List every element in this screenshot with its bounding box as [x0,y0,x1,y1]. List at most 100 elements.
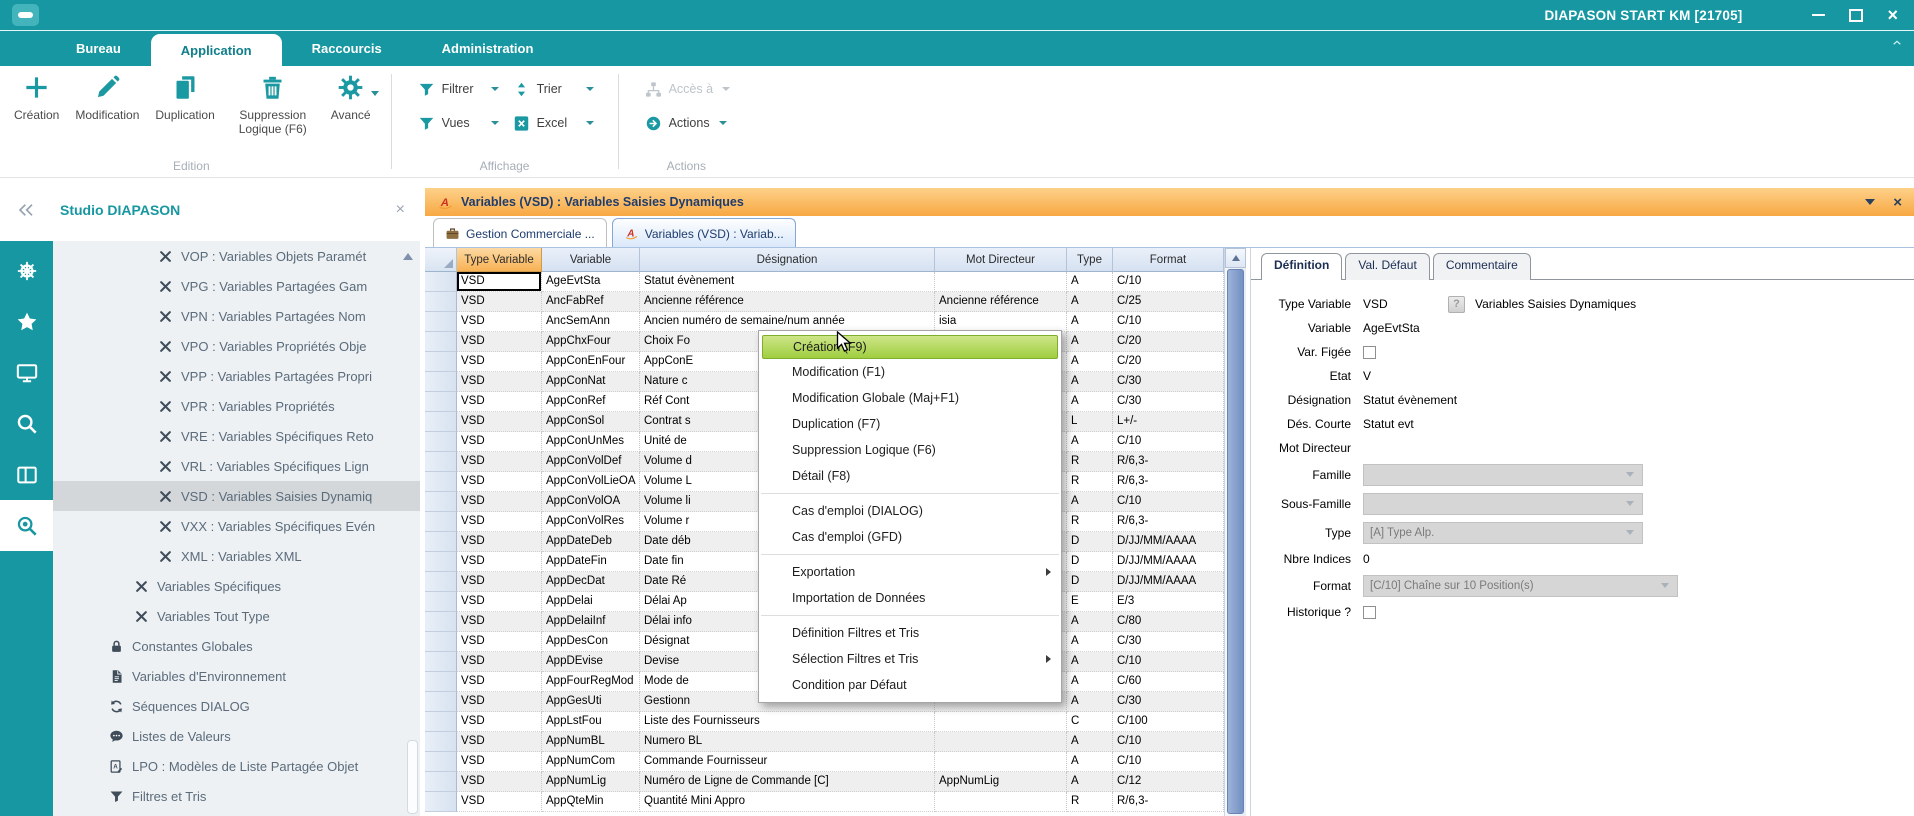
cell-type-variable[interactable]: VSD [457,492,542,512]
cell-type[interactable]: R [1067,452,1113,472]
tree-item[interactable]: VXX : Variables Spécifiques Evén [53,511,420,541]
cell-variable[interactable]: AppConVolLieOA [542,472,640,492]
cell-format[interactable]: C/10 [1113,272,1224,292]
detail-tab[interactable]: Commentaire [1433,253,1531,280]
cell-variable[interactable]: AppGesUti [542,692,640,712]
minimize-button[interactable] [1812,14,1825,16]
cell-format[interactable]: C/10 [1113,652,1224,672]
row-header-cell[interactable] [425,632,457,652]
cell-type-variable[interactable]: VSD [457,472,542,492]
dropdown-arrow-icon[interactable] [719,121,727,125]
column-header[interactable]: Mot Directeur [935,248,1067,272]
context-menu-item[interactable]: Duplication (F7) [759,411,1061,437]
cell-type[interactable]: A [1067,492,1113,512]
cell-type[interactable]: D [1067,572,1113,592]
row-header-cell[interactable] [425,672,457,692]
dropdown-arrow-icon[interactable] [371,91,379,96]
context-menu-item[interactable]: Cas d'emploi (DIALOG) [759,498,1061,524]
filtrer-button[interactable]: Filtrer [418,78,499,100]
cell-format[interactable]: C/30 [1113,372,1224,392]
sidebar-close-button[interactable]: × [396,202,405,218]
cell-format[interactable]: D/JJ/MM/AAAA [1113,532,1224,552]
column-header[interactable]: Désignation [640,248,935,272]
detail-tab[interactable]: Définition [1261,253,1342,280]
help-button[interactable]: ? [1448,296,1465,313]
cell-mot-directeur[interactable] [935,712,1067,732]
actions-button[interactable]: Actions [645,112,730,134]
cell-mot-directeur[interactable]: isia [935,312,1067,332]
maximize-button[interactable] [1849,9,1863,22]
star-rail-button[interactable] [0,296,53,347]
cell-variable[interactable]: AppConNat [542,372,640,392]
doc-tab-gestion-commerciale[interactable]: Gestion Commerciale ... [433,218,607,248]
cell-type[interactable]: R [1067,512,1113,532]
cell-type-variable[interactable]: VSD [457,392,542,412]
cell-type[interactable]: A [1067,692,1113,712]
cell-variable[interactable]: AppQteMin [542,792,640,812]
cell-designation[interactable]: Numero BL [640,732,935,752]
cell-type-variable[interactable]: VSD [457,732,542,752]
context-menu-item[interactable]: Création (F9) [762,335,1058,359]
excel-button[interactable]: Excel [513,112,594,134]
cell-variable[interactable]: AppDEvise [542,652,640,672]
context-menu-item[interactable]: Modification (F1) [759,359,1061,385]
cell-designation[interactable]: Quantité Mini Appro [640,792,935,812]
table-row[interactable]: VSD AncFabRef Ancienne référence Ancienn… [425,292,1224,312]
dropdown-arrow-icon[interactable] [491,87,499,91]
avance-button[interactable]: Avancé [331,74,371,122]
table-row[interactable]: VSD AppQteMin Quantité Mini Appro R R/6,… [425,792,1224,812]
context-menu-item[interactable]: Exportation [759,559,1061,585]
cell-type-variable[interactable]: VSD [457,452,542,472]
cell-format[interactable]: C/10 [1113,312,1224,332]
column-header[interactable]: Format [1113,248,1224,272]
modification-button[interactable]: Modification [75,74,139,122]
cell-format[interactable]: C/20 [1113,352,1224,372]
tab-raccourcis[interactable]: Raccourcis [282,31,412,66]
cell-type-variable[interactable]: VSD [457,792,542,812]
cell-designation[interactable]: Numéro de Ligne de Commande [C] [640,772,935,792]
cell-type-variable[interactable]: VSD [457,752,542,772]
row-header-cell[interactable] [425,772,457,792]
cell-mot-directeur[interactable] [935,272,1067,292]
cell-variable[interactable]: AppDateFin [542,552,640,572]
dropdown-arrow-icon[interactable] [586,121,594,125]
tree-item[interactable]: XML : Variables XML [53,541,420,571]
cell-type[interactable]: A [1067,772,1113,792]
cell-type[interactable]: A [1067,432,1113,452]
tree-item[interactable]: Filtres et Tris [53,781,420,811]
cell-format[interactable]: C/10 [1113,752,1224,772]
cell-type[interactable]: A [1067,632,1113,652]
cell-type-variable[interactable]: VSD [457,612,542,632]
tree-item[interactable]: Variables Spécifiques [53,571,420,601]
table-row[interactable]: VSD AppNumLig Numéro de Ligne de Command… [425,772,1224,792]
close-button[interactable]: × [1887,6,1898,24]
cell-type[interactable]: A [1067,752,1113,772]
cell-type[interactable]: A [1067,732,1113,752]
cell-variable[interactable]: AppConVolRes [542,512,640,532]
row-header-cell[interactable] [425,452,457,472]
row-header-cell[interactable] [425,292,457,312]
field-dropdown[interactable] [1363,493,1643,515]
wheel-rail-button[interactable] [0,245,53,296]
cell-type-variable[interactable]: VSD [457,632,542,652]
cell-format[interactable]: D/JJ/MM/AAAA [1113,552,1224,572]
cell-type[interactable]: D [1067,552,1113,572]
tree-scrollbar-thumb[interactable] [407,740,418,814]
cell-variable[interactable]: AppConVolOA [542,492,640,512]
cell-variable[interactable]: AppDesCon [542,632,640,652]
cell-type[interactable]: C [1067,712,1113,732]
row-header-cell[interactable] [425,312,457,332]
cell-variable[interactable]: AppDateDeb [542,532,640,552]
row-header-cell[interactable] [425,732,457,752]
cell-type-variable[interactable]: VSD [457,672,542,692]
cell-format[interactable]: C/100 [1113,712,1224,732]
context-menu-item[interactable]: Sélection Filtres et Tris [759,646,1061,672]
cell-format[interactable]: C/30 [1113,632,1224,652]
row-header-cell[interactable] [425,712,457,732]
row-header-cell[interactable] [425,372,457,392]
cell-format[interactable]: D/JJ/MM/AAAA [1113,572,1224,592]
row-header-cell[interactable] [425,592,457,612]
cell-format[interactable]: C/25 [1113,292,1224,312]
context-menu-item[interactable]: Condition par Défaut [759,672,1061,698]
row-header-cell[interactable] [425,532,457,552]
